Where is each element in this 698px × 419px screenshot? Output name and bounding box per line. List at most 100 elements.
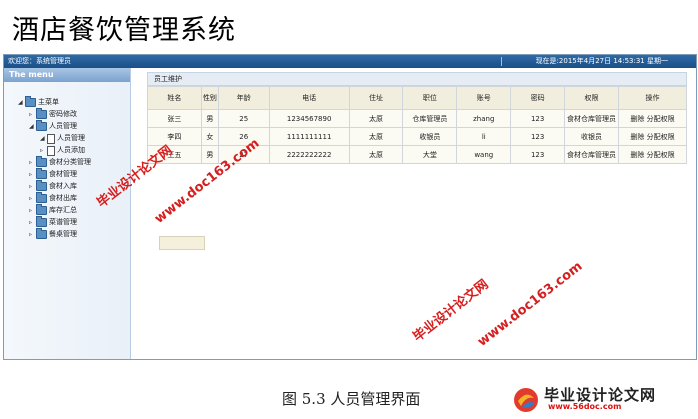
collapse-icon[interactable]: ◢ [29,121,36,132]
assign-permission-link[interactable]: 分配权限 [647,133,675,141]
sidebar-item-stock-out[interactable]: ▹ 食材出库 [29,192,77,204]
column-header: 电话 [268,86,350,110]
delete-link[interactable]: 删除 [630,133,644,141]
sidebar-item-label: 食材管理 [49,170,77,178]
cell-phone: 1111111111 [268,127,350,146]
pager-button[interactable] [159,236,205,250]
sidebar-item-inventory[interactable]: ▹ 库存汇总 [29,204,77,216]
page-icon [47,145,55,156]
column-header: 账号 [456,86,512,110]
clock-text: 现在是:2015年4月27日 14:53:31 星期一 [535,57,668,65]
table-row: 李四 女 26 1111111111 太原 收银员 li 123 收银员 删除 … [147,127,688,146]
sidebar-item-label: 食材入库 [49,182,77,190]
cell-permission: 食材仓库管理员 [564,145,619,164]
cell-position: 仓库管理员 [402,109,458,128]
cell-permission: 食材仓库管理员 [564,109,619,128]
logo-url: www.56doc.com [548,402,622,411]
column-header: 密码 [510,86,566,110]
folder-icon [36,120,47,131]
main-content: 员工维护 姓名 性别 年龄 电话 住址 职位 账号 密码 权限 操作 张三 男 … [147,72,688,164]
staff-table: 姓名 性别 年龄 电话 住址 职位 账号 密码 权限 操作 张三 男 25 12… [147,86,688,164]
folder-icon [25,96,36,107]
sidebar-item-label: 人员添加 [57,146,85,154]
cell-phone: 1234567890 [268,109,350,128]
sidebar-item-tables[interactable]: ▹ 餐桌管理 [29,228,77,240]
expand-icon[interactable]: ▹ [40,145,47,156]
sidebar-item-staff[interactable]: ◢ 人员管理 [29,120,77,132]
collapse-icon[interactable]: ◢ [18,97,25,108]
logo-icon [514,388,538,412]
cell-age: 25 [217,109,270,128]
cell-phone: 2222222222 [268,145,350,164]
assign-permission-link[interactable]: 分配权限 [647,115,675,123]
column-header: 住址 [348,86,404,110]
cell-actions: 删除 分配权限 [617,127,688,146]
delete-link[interactable]: 删除 [630,151,644,159]
tree-root[interactable]: ◢ 主菜单 [18,96,59,108]
sidebar-item-recipe[interactable]: ▹ 菜谱管理 [29,216,77,228]
cell-account: zhang [456,109,512,128]
panel-title: 员工维护 [147,72,687,86]
folder-icon [36,180,47,191]
folder-icon [36,156,47,167]
cell-position: 大堂 [402,145,458,164]
sidebar-item-stock-in[interactable]: ▹ 食材入库 [29,180,77,192]
column-header: 权限 [564,86,619,110]
sidebar-item-label: 菜谱管理 [49,218,77,226]
column-header: 性别 [200,86,219,110]
cell-account: wang [456,145,512,164]
sidebar-item-label: 人员管理 [57,134,85,142]
cell-permission: 收银员 [564,127,619,146]
cell-password: 123 [510,145,566,164]
column-header: 职位 [402,86,458,110]
menu-header: The menu [4,68,130,82]
sidebar-item-food[interactable]: ▹ 食材管理 [29,168,77,180]
cell-address: 太原 [348,127,404,146]
sidebar-item-password[interactable]: ▹ 密码修改 [29,108,77,120]
delete-link[interactable]: 删除 [630,115,644,123]
column-header: 年龄 [217,86,270,110]
expand-icon[interactable]: ▹ [29,157,36,168]
collapse-icon[interactable]: ◢ [40,133,47,144]
cell-gender: 男 [200,145,219,164]
cell-account: li [456,127,512,146]
folder-icon [36,228,47,239]
table-header-row: 姓名 性别 年龄 电话 住址 职位 账号 密码 权限 操作 [147,86,688,110]
figure-caption: 图 5.3 人员管理界面 [282,390,421,408]
expand-icon[interactable]: ▹ [29,181,36,192]
folder-icon [36,192,47,203]
sidebar-item-label: 食材出库 [49,194,77,202]
expand-icon[interactable]: ▹ [29,109,36,120]
page-icon [47,133,55,144]
expand-icon[interactable]: ▹ [29,205,36,216]
cell-position: 收银员 [402,127,458,146]
folder-icon [36,204,47,215]
sidebar-item-staff-add[interactable]: ▹ 人员添加 [40,145,85,156]
top-bar: 欢迎您：系统管理员 现在是:2015年4月27日 14:53:31 星期一 [4,55,696,68]
sidebar-item-staff-manage[interactable]: ◢ 人员管理 [40,133,85,144]
expand-icon[interactable]: ▹ [29,169,36,180]
folder-icon [36,216,47,227]
sidebar-item-food-category[interactable]: ▹ 食材分类管理 [29,156,91,168]
cell-name: 张三 [147,109,202,128]
assign-permission-link[interactable]: 分配权限 [647,151,675,159]
page-title: 酒店餐饮管理系统 [12,15,236,46]
sidebar-item-label: 餐桌管理 [49,230,77,238]
cell-address: 太原 [348,145,404,164]
folder-icon [36,168,47,179]
expand-icon[interactable]: ▹ [29,217,36,228]
tree-root-label: 主菜单 [38,98,59,106]
sidebar: The menu ◢ 主菜单 ▹ 密码修改 ◢ 人员管理 ◢ 人员管理 ▹ 人员… [4,68,131,359]
expand-icon[interactable]: ▹ [29,229,36,240]
cell-actions: 删除 分配权限 [617,109,688,128]
sidebar-item-label: 人员管理 [49,122,77,130]
sidebar-item-label: 密码修改 [49,110,77,118]
column-header: 姓名 [147,86,202,110]
cell-gender: 女 [200,127,219,146]
expand-icon[interactable]: ▹ [29,193,36,204]
cell-name: 李四 [147,127,202,146]
cell-gender: 男 [200,109,219,128]
site-logo: 毕业设计论文网 www.56doc.com [508,384,688,416]
sidebar-item-label: 库存汇总 [49,206,77,214]
topbar-divider [501,57,502,66]
